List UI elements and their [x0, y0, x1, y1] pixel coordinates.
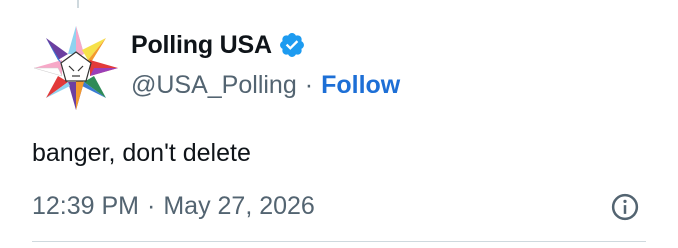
tweet-time[interactable]: 12:39 PM	[32, 192, 139, 221]
separator-dot: ·	[304, 70, 314, 99]
divider	[32, 241, 646, 242]
avatar[interactable]	[32, 24, 120, 112]
tweet-card: Polling USA @USA_Polling · Follow banger…	[0, 0, 678, 248]
verified-badge-icon[interactable]	[278, 31, 306, 59]
author-name-row: Polling USA	[131, 27, 306, 63]
follow-button[interactable]: Follow	[321, 71, 400, 100]
author-handle-row: @USA_Polling · Follow	[131, 67, 400, 103]
author-handle[interactable]: @USA_Polling	[131, 71, 297, 100]
rainbow-star-logo-icon	[33, 26, 118, 110]
thread-connector-line	[77, 0, 79, 8]
separator-dot: ·	[147, 191, 156, 220]
tweet-text: banger, don't delete	[32, 139, 251, 167]
info-icon[interactable]	[610, 192, 640, 222]
tweet-date[interactable]: May 27, 2026	[163, 192, 315, 221]
author-display-name[interactable]: Polling USA	[131, 31, 272, 60]
tweet-meta: 12:39 PM · May 27, 2026	[32, 188, 315, 224]
